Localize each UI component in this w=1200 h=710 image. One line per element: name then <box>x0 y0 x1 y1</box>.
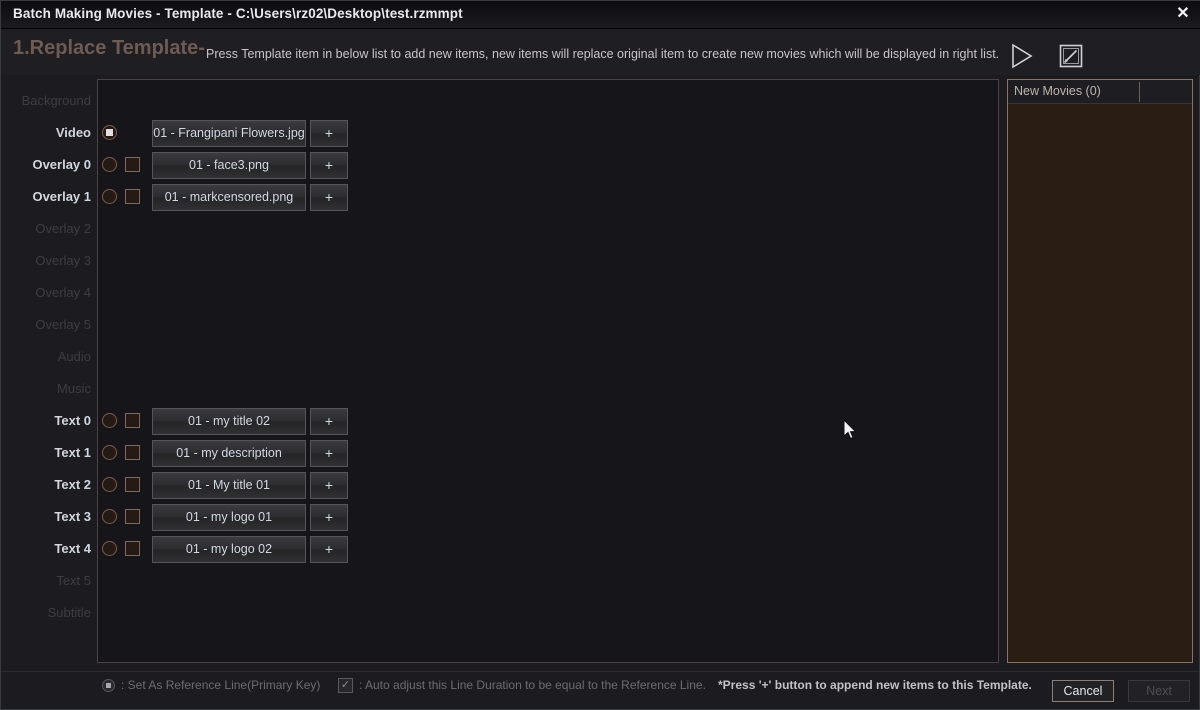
template-item-button[interactable]: 01 - face3.png <box>152 152 306 179</box>
batch-making-movies-window: Batch Making Movies - Template - C:\User… <box>0 0 1200 710</box>
table-row: 01 - face3.png + <box>98 150 998 182</box>
table-row: 01 - My title 01 + <box>98 470 998 502</box>
auto-adjust-checkbox-text-0[interactable] <box>125 413 140 428</box>
cancel-button[interactable]: Cancel <box>1052 680 1114 702</box>
reference-line-radio-overlay-1[interactable] <box>102 189 117 204</box>
row-label-overlay-3: Overlay 3 <box>35 253 91 268</box>
table-row <box>98 246 998 278</box>
edit-icon[interactable] <box>1054 41 1088 71</box>
add-item-button[interactable]: + <box>310 536 348 563</box>
row-label-overlay-1: Overlay 1 <box>32 189 91 204</box>
add-item-button[interactable]: + <box>310 408 348 435</box>
auto-adjust-checkbox-overlay-1[interactable] <box>125 189 140 204</box>
reference-line-radio-text-3[interactable] <box>102 509 117 524</box>
table-row: 01 - Frangipani Flowers.jpg + <box>98 118 998 150</box>
table-row: 01 - my description + <box>98 438 998 470</box>
close-icon[interactable]: ✕ <box>1171 3 1195 25</box>
template-item-button[interactable]: 01 - my description <box>152 440 306 467</box>
reference-line-radio-overlay-0[interactable] <box>102 157 117 172</box>
new-movies-panel: New Movies (0) <box>1007 79 1193 663</box>
row-label-overlay-0: Overlay 0 <box>32 157 91 172</box>
row-label-text-3: Text 3 <box>54 509 91 524</box>
row-label-video: Video <box>55 125 91 140</box>
add-item-button[interactable]: + <box>310 440 348 467</box>
table-row <box>98 598 998 630</box>
template-item-button[interactable]: 01 - Frangipani Flowers.jpg <box>152 120 306 147</box>
table-row <box>98 310 998 342</box>
auto-adjust-checkbox-text-1[interactable] <box>125 445 140 460</box>
reference-line-radio-text-4[interactable] <box>102 541 117 556</box>
legend-autoadjust-label: : Auto adjust this Line Duration to be e… <box>359 678 706 692</box>
template-item-button[interactable]: 01 - my title 02 <box>152 408 306 435</box>
add-item-button[interactable]: + <box>310 152 348 179</box>
auto-adjust-checkbox-overlay-0[interactable] <box>125 157 140 172</box>
row-label-subtitle: Subtitle <box>47 605 91 620</box>
add-item-button[interactable]: + <box>310 504 348 531</box>
auto-adjust-checkbox-text-3[interactable] <box>125 509 140 524</box>
footer-note: *Press '+' button to append new items to… <box>718 678 1032 692</box>
play-icon[interactable] <box>1004 41 1038 71</box>
table-row <box>98 86 998 118</box>
page-title: 1.Replace Template- <box>13 37 205 59</box>
column-divider[interactable] <box>1139 82 1140 102</box>
title-bar: Batch Making Movies - Template - C:\User… <box>1 1 1200 29</box>
template-item-button[interactable]: 01 - markcensored.png <box>152 184 306 211</box>
row-label-overlay-2: Overlay 2 <box>35 221 91 236</box>
table-row <box>98 342 998 374</box>
template-item-button[interactable]: 01 - my logo 01 <box>152 504 306 531</box>
row-label-overlay-5: Overlay 5 <box>35 317 91 332</box>
row-label-text-2: Text 2 <box>54 477 91 492</box>
step-header: 1.Replace Template- Press Template item … <box>1 29 1200 75</box>
table-row: 01 - my logo 02 + <box>98 534 998 566</box>
table-row <box>98 374 998 406</box>
row-label-background: Background <box>21 93 91 108</box>
new-movies-header: New Movies (0) <box>1008 80 1192 104</box>
table-row: 01 - markcensored.png + <box>98 182 998 214</box>
auto-adjust-checkbox-text-2[interactable] <box>125 477 140 492</box>
reference-line-radio-video[interactable] <box>102 125 117 140</box>
row-label-audio: Audio <box>57 349 91 364</box>
table-row <box>98 214 998 246</box>
row-label-text-0: Text 0 <box>54 413 91 428</box>
template-list-panel: 01 - Frangipani Flowers.jpg +01 - face3.p… <box>97 79 999 663</box>
new-movies-title: New Movies (0) <box>1014 84 1101 98</box>
template-item-button[interactable]: 01 - My title 01 <box>152 472 306 499</box>
reference-line-radio-text-1[interactable] <box>102 445 117 460</box>
table-row: 01 - my title 02 + <box>98 406 998 438</box>
next-button: Next <box>1128 680 1190 702</box>
template-item-button[interactable]: 01 - my logo 02 <box>152 536 306 563</box>
table-row: 01 - my logo 01 + <box>98 502 998 534</box>
reference-line-radio-text-0[interactable] <box>102 413 117 428</box>
legend-reference-radio-icon <box>102 679 115 692</box>
row-label-text-1: Text 1 <box>54 445 91 460</box>
table-row <box>98 566 998 598</box>
step-description: Press Template item in below list to add… <box>206 47 1000 61</box>
legend-reference-label: : Set As Reference Line(Primary Key) <box>121 678 321 692</box>
row-label-music: Music <box>57 381 91 396</box>
row-label-text-4: Text 4 <box>54 541 91 556</box>
row-label-overlay-4: Overlay 4 <box>35 285 91 300</box>
add-item-button[interactable]: + <box>310 472 348 499</box>
legend-autoadjust-checkbox-icon: ✓ <box>338 678 353 693</box>
window-title: Batch Making Movies - Template - C:\User… <box>13 6 463 21</box>
row-label-column: Background Video Overlay 0 Overlay 1 Overlay… <box>1 75 97 671</box>
add-item-button[interactable]: + <box>310 184 348 211</box>
row-label-text-5: Text 5 <box>56 573 91 588</box>
reference-line-radio-text-2[interactable] <box>102 477 117 492</box>
auto-adjust-checkbox-text-4[interactable] <box>125 541 140 556</box>
add-item-button[interactable]: + <box>310 120 348 147</box>
table-row <box>98 278 998 310</box>
